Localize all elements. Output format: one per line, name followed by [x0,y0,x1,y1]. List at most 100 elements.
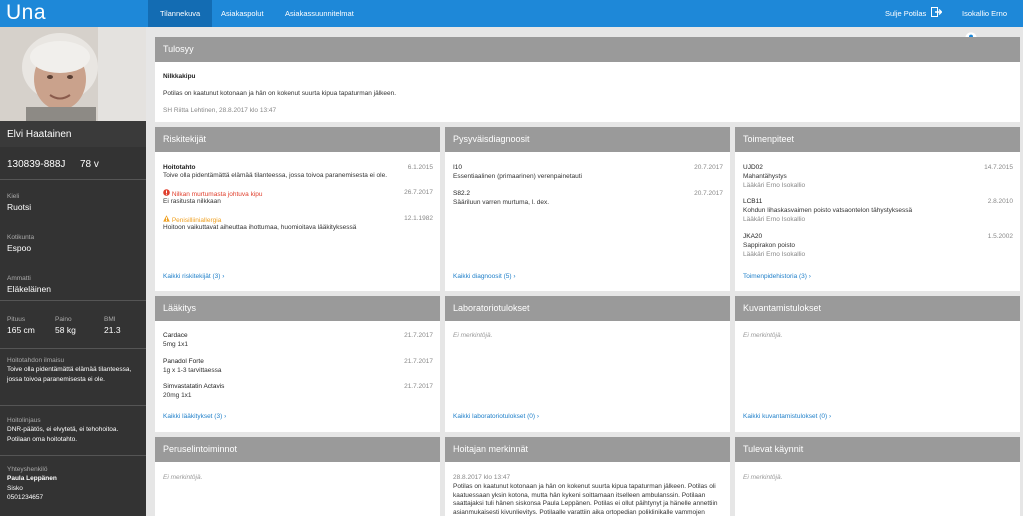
all-diagnoses-link[interactable]: Kaikki diagnoosit (5) › [453,273,516,280]
panel-header: Kuvantamistulokset [735,296,1020,321]
top-bar: Una Tilannekuva Asiakaspolut Asiakassuun… [0,0,1023,44]
all-imaging-results-link[interactable]: Kaikki kuvantamistulokset (0) › [743,413,831,420]
app-logo[interactable]: Una [6,1,46,25]
height-value: 165 cm [7,325,35,335]
user-menu[interactable]: Isokallio Erno [962,0,1023,44]
panel-header: Lääkitys [155,296,440,321]
profession-value: Eläkeläinen [7,284,51,294]
link-label: Kaikki lääkitykset (3) [163,413,223,420]
patient-id: 130839-888J [7,159,66,170]
patient-id-row: 130839-888J [7,159,65,170]
note-meta: 28.8.2017 klo 13:47 [453,474,511,481]
chevron-right-icon: › [828,413,832,420]
link-label: Toimenpidehistoria (3) [743,273,807,280]
medication-name[interactable]: Cardace [163,332,188,339]
contact-phone[interactable]: 0501234657 [7,493,139,503]
panel-header: Riskitekijät [155,127,440,152]
risk-title[interactable]: Penisilliiniallergia [163,215,221,224]
chevron-right-icon: › [222,273,225,280]
care-policy-row: Hoitolinjaus DNR-päätös, ei elvytetä, ei… [7,417,139,444]
care-will-label: Hoitotahdon ilmaisu [7,357,65,364]
height-label: Pituus [7,316,26,323]
bmi-row: BMI 21.3 [104,316,121,335]
risk-date: 12.1.1982 [404,215,433,222]
risk-title-text: Nilkan murtumasta johtuva kipu [171,191,263,198]
empty-message: Ei merkintöjä. [743,332,783,339]
risk-title-text: Penisilliiniallergia [171,217,222,224]
panel-diagnoosit: Pysyväisdiagnoosit I10 20.7.2017 Essenti… [445,127,730,291]
contact-label: Yhteyshenkilö [7,466,48,473]
weight-value: 58 kg [55,325,76,335]
diagnosis-code[interactable]: S82.2 [453,190,470,197]
all-lab-results-link[interactable]: Kaikki laboratoriotulokset (0) › [453,413,539,420]
procedure-code[interactable]: LCB11 [743,198,762,205]
procedure-date: 14.7.2015 [984,164,1013,171]
language-value: Ruotsi [7,202,32,212]
panel-header: Tulosyy [155,37,1020,62]
risk-text: Ei rasitusta nilkkaan [163,198,221,205]
panel-laakitys: Lääkitys Cardace 21.7.2017 5mg 1x1 Panad… [155,296,440,432]
tab-asiakassuunnitelmat[interactable]: Asiakassuunnitelmat [273,0,366,27]
care-policy-label: Hoitolinjaus [7,417,41,424]
link-label: Kaikki laboratoriotulokset (0) [453,413,536,420]
tulosyy-meta: SH Riitta Lehtinen, 28.8.2017 klo 13:47 [163,107,277,114]
diagnosis-code[interactable]: I10 [453,164,462,171]
medication-dose: 1g x 1-3 tarvittaessa [163,367,222,374]
patient-age: 78 v [80,159,99,170]
link-label: Kaikki kuvantamistulokset (0) [743,413,828,420]
chevron-right-icon: › [224,413,227,420]
close-patient-button[interactable]: Sulje Potilas [885,0,943,28]
patient-sidebar: Elvi Haatainen 130839-888J 78 v Kieli Ru… [0,27,146,516]
medication-name[interactable]: Simvastatatin Actavis [163,383,224,390]
care-will-row: Hoitotahdon ilmaisu Toive olla pidentämä… [7,357,139,384]
medication-date: 21.7.2017 [404,383,433,390]
procedure-text: Mahantähystys [743,173,787,180]
exit-icon [931,1,943,28]
contact-row: Yhteyshenkilö Paula Leppänen Sisko 05012… [7,466,139,503]
care-will-value: Toive olla pidentämättä elämää tilantees… [7,366,132,383]
divider [0,179,146,180]
chevron-right-icon: › [536,413,539,420]
risk-date: 26.7.2017 [404,189,433,196]
language-row: Kieli Ruotsi [7,193,31,212]
medication-date: 21.7.2017 [404,332,433,339]
close-patient-label: Sulje Potilas [885,9,927,18]
risk-title[interactable]: Hoitotahto [163,164,196,171]
procedure-code[interactable]: JKA20 [743,233,762,240]
procedure-history-link[interactable]: Toimenpidehistoria (3) › [743,273,811,280]
link-label: Kaikki diagnoosit (5) [453,273,512,280]
panel-header: Hoitajan merkinnät [445,437,730,462]
panel-header: Laboratoriotulokset [445,296,730,321]
municipality-label: Kotikunta [7,234,35,241]
panel-kuvantaminen: Kuvantamistulokset Ei merkintöjä. Kaikki… [735,296,1020,432]
all-medications-link[interactable]: Kaikki lääkitykset (3) › [163,413,226,420]
panel-header: Toimenpiteet [735,127,1020,152]
weight-label: Paino [55,316,72,323]
bmi-value: 21.3 [104,325,121,335]
risk-date: 6.1.2015 [407,164,433,171]
diagnosis-date: 20.7.2017 [694,190,723,197]
divider [0,300,146,301]
risk-title[interactable]: Nilkan murtumasta johtuva kipu [163,189,263,198]
divider [0,405,146,406]
patient-photo [0,27,146,121]
contact-name: Paula Leppänen [7,475,57,482]
diagnosis-text: Essentiaalinen (primaarinen) verenpainet… [453,173,582,180]
medication-name[interactable]: Panadol Forte [163,358,204,365]
patient-age-row: 78 v [80,159,99,170]
panel-header: Pysyväisdiagnoosit [445,127,730,152]
all-risks-link[interactable]: Kaikki riskitekijät (3) › [163,273,224,280]
chevron-right-icon: › [808,273,811,280]
care-policy-value: DNR-päätös, ei elvytetä, ei tehohoitoa. … [7,426,119,443]
procedure-text: Kohdun lihaskasvaimen poisto vatsaontelo… [743,207,913,214]
empty-message: Ei merkintöjä. [453,332,493,339]
panel-header: Tulevat käynnit [735,437,1020,462]
tab-tilannekuva[interactable]: Tilannekuva [148,0,213,27]
patient-name: Elvi Haatainen [7,129,72,140]
panel-header: Peruselintoiminnot [155,437,440,462]
tab-asiakaspolut[interactable]: Asiakaspolut [209,0,276,27]
warning-triangle-icon [163,215,172,224]
procedure-code[interactable]: UJD02 [743,164,763,171]
tulosyy-text: Potilas on kaatunut kotonaan ja hän on k… [163,90,397,97]
panel-tulevat-kaynnit: Tulevat käynnit Ei merkintöjä. [735,437,1020,516]
